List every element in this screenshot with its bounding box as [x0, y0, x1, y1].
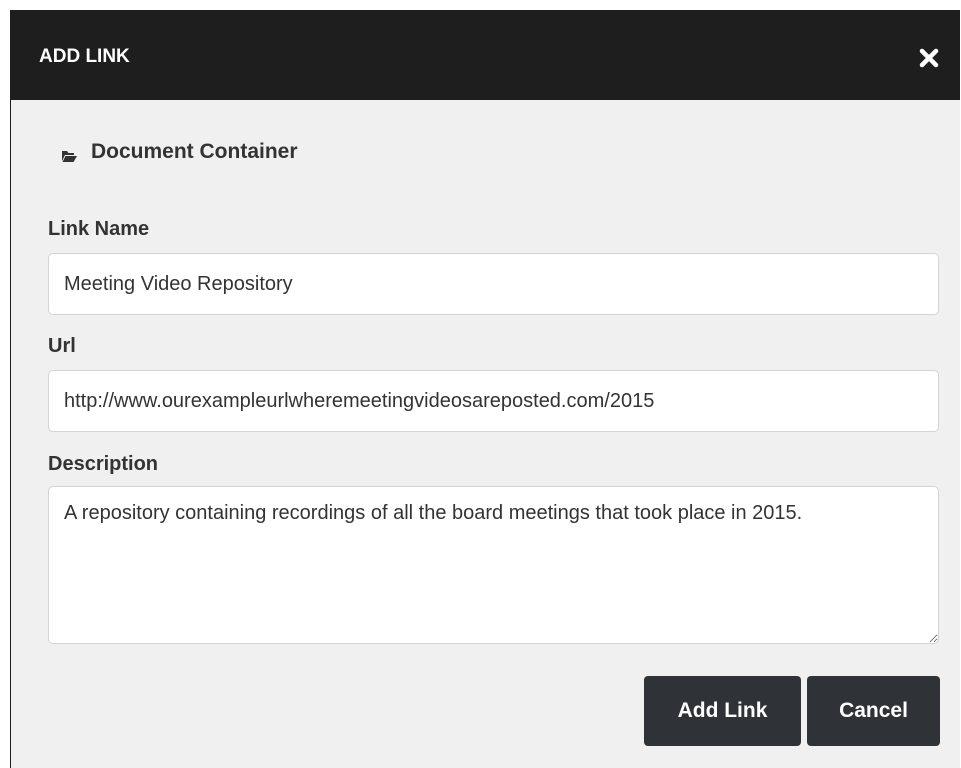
breadcrumb: Document Container [61, 140, 298, 164]
link-name-input[interactable] [48, 253, 939, 315]
url-label: Url [48, 335, 76, 357]
link-name-label: Link Name [48, 218, 150, 240]
add-link-button[interactable]: Add Link [644, 676, 801, 746]
dialog-title: ADD LINK [39, 46, 130, 67]
dialog-header: ADD LINK [11, 10, 960, 100]
cancel-button[interactable]: Cancel [807, 676, 940, 746]
url-input[interactable] [48, 370, 939, 432]
breadcrumb-label: Document Container [91, 140, 298, 163]
add-link-dialog: ADD LINK Document Container Link Name Ur… [10, 10, 960, 768]
description-label: Description [48, 453, 159, 475]
description-textarea[interactable]: A repository containing recordings of al… [48, 486, 939, 644]
folder-open-icon [61, 145, 77, 162]
close-icon[interactable] [916, 45, 942, 71]
